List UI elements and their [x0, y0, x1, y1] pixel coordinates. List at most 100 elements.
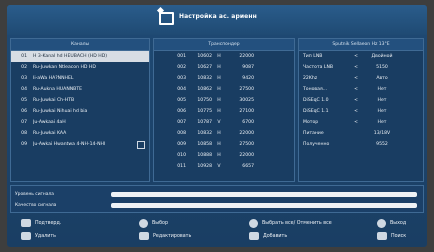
setting-row[interactable]: DiSEqC 1.1 < Нет — [299, 106, 423, 117]
transponder-row[interactable]: 006 10775 H 27100 — [154, 106, 294, 117]
hint-exit[interactable]: Выход — [377, 218, 406, 228]
hint-confirm-label: Подтверд. — [35, 220, 62, 226]
hint-confirm[interactable]: Подтверд. — [21, 218, 61, 228]
hint-add[interactable]: Добавить — [249, 231, 287, 241]
transponder-number: 005 — [177, 98, 186, 103]
channel-name: H 3-Kanal hd HEUBACH (HD HD) — [33, 54, 108, 59]
lnb-settings-panel: Sputnik Sellaeon Hz 13°E Тип LNB < Двойн… — [298, 38, 424, 182]
channel-number: 03 — [21, 76, 27, 81]
transponder-row[interactable]: 007 10787 V 6700 — [154, 117, 294, 128]
channel-row[interactable]: 05 Ru-Juwkai Ch-HTB — [11, 95, 149, 106]
transponder-frequency: 10928 — [197, 164, 212, 169]
setting-label: DiSEqC 1.0 — [303, 98, 329, 103]
channel-row[interactable]: 03 Ii-aWa HA?NNHEL — [11, 73, 149, 84]
setting-row[interactable]: DiSEqC 1.0 < Нет — [299, 95, 423, 106]
left-arrow-icon[interactable]: < — [347, 95, 365, 106]
transponder-row[interactable]: 004 10862 H 27500 — [154, 84, 294, 95]
transponder-row[interactable]: 010 10888 H 22000 — [154, 150, 294, 161]
page-title: Настройка ас. ариенн — [179, 13, 257, 20]
signal-quality-row: Качество сигнала — [15, 201, 421, 210]
setting-value: 5150 — [376, 65, 388, 70]
transponder-symbol-rate: 30025 — [239, 98, 254, 103]
transponder-row[interactable]: 009 10858 H 27500 — [154, 139, 294, 150]
transponder-number: 001 — [177, 54, 186, 59]
setting-value: Нет — [377, 109, 387, 114]
transponder-frequency: 10750 — [197, 98, 212, 103]
channel-name: Ju-Awkai Hwantwa 4-NH-14-NHI — [33, 142, 106, 147]
channel-number: 07 — [21, 120, 27, 125]
channel-row[interactable]: 06 Ru-Juwkai Nihuai hd bia — [11, 106, 149, 117]
setting-label: Частота LNB — [303, 65, 334, 70]
channel-row[interactable]: 01 H 3-Kanal hd HEUBACH (HD HD) — [11, 51, 149, 62]
signal-strength-bar — [111, 192, 417, 197]
transponder-row[interactable]: 002 10627 H 9087 — [154, 62, 294, 73]
setting-row[interactable]: Тоновая... < Нет — [299, 84, 423, 95]
hint-add-label: Добавить — [263, 233, 288, 239]
hint-find-label: Поиск — [391, 233, 407, 239]
hint-select-all[interactable]: Выбрать все/ Отменить все — [249, 218, 332, 228]
satellite-header: Sputnik Sellaeon Hz 13°E — [299, 39, 423, 51]
setting-value: Двойной — [371, 54, 393, 59]
channel-name: Ru-Juwkai Nihuai hd bia — [33, 109, 88, 114]
transponder-number: 009 — [177, 142, 186, 147]
hint-select[interactable]: Выбор — [139, 218, 168, 228]
setting-value: 9552 — [376, 142, 388, 147]
left-arrow-icon[interactable]: < — [347, 73, 365, 84]
transponder-row[interactable]: 003 10832 H 9420 — [154, 73, 294, 84]
signal-info-bar: Уровень сигнала Качество сигнала — [10, 185, 424, 213]
hint-edit[interactable]: Редактировать — [139, 231, 191, 241]
setting-row[interactable]: Частота LNB < 5150 — [299, 62, 423, 73]
setting-label: Мотор — [303, 120, 319, 125]
transponder-number: 002 — [177, 65, 186, 70]
setting-row[interactable]: 22Khz < Авто — [299, 73, 423, 84]
left-arrow-icon[interactable]: < — [347, 117, 365, 128]
channel-name: Ii-aWa HA?NNHEL — [33, 76, 74, 81]
left-arrow-icon[interactable]: < — [347, 84, 365, 95]
transponder-row[interactable]: 005 10750 H 30025 — [154, 95, 294, 106]
left-arrow-icon[interactable]: < — [347, 62, 365, 73]
channel-row[interactable]: 09 Ju-Awkai Hwantwa 4-NH-14-NHI — [11, 139, 149, 150]
setting-row[interactable]: Полученно 9552 — [299, 139, 423, 150]
setting-row[interactable]: Питание 13/18V — [299, 128, 423, 139]
transponder-symbol-rate: 6700 — [242, 120, 254, 125]
transponder-frequency: 10862 — [197, 87, 212, 92]
transponder-frequency: 10858 — [197, 142, 212, 147]
delete-key-icon — [21, 232, 31, 240]
setting-label: DiSEqC 1.1 — [303, 109, 329, 114]
transponder-polarization: H — [217, 76, 221, 81]
channel-row[interactable]: 07 Ju-Awkaai 4aH — [11, 117, 149, 128]
transponder-symbol-rate: 22000 — [239, 153, 254, 158]
setting-value: Нет — [377, 98, 387, 103]
setting-row[interactable]: Тип LNB < Двойной — [299, 51, 423, 62]
left-arrow-icon[interactable]: < — [347, 106, 365, 117]
transponder-symbol-rate: 9420 — [242, 76, 254, 81]
signal-quality-bar — [111, 203, 417, 208]
transponder-symbol-rate: 22000 — [239, 131, 254, 136]
transponder-polarization: H — [217, 131, 221, 136]
channel-row[interactable]: 04 Ru-Aukna HUANNBTE — [11, 84, 149, 95]
channel-name: Ru-Juwkan Ntleacon HD HD — [33, 65, 96, 70]
left-arrow-icon — [347, 139, 365, 150]
transponder-number: 006 — [177, 109, 186, 114]
transponder-row[interactable]: 011 10928 V 6657 — [154, 161, 294, 172]
left-arrow-icon[interactable]: < — [347, 51, 365, 62]
setting-value: Нет — [377, 120, 387, 125]
channel-row[interactable]: 02 Ru-Juwkan Ntleacon HD HD — [11, 62, 149, 73]
ok-key-icon — [21, 219, 31, 227]
transponder-row[interactable]: 008 10832 H 22000 — [154, 128, 294, 139]
channel-number: 06 — [21, 109, 27, 114]
channel-name: Ru-Aukna HUANNBTE — [33, 87, 83, 92]
transponder-polarization: V — [217, 164, 221, 169]
hint-select-all-label: Выбрать все/ Отменить все — [262, 220, 332, 226]
settings-list: Тип LNB < Двойной Частота LNB < 5150 22K… — [299, 51, 423, 150]
transponder-panel: Транспондер 001 10602 H 22000 002 10627 … — [153, 38, 295, 182]
channel-name: Ru-Juwkai Ch-HTB — [33, 98, 75, 103]
channel-number: 05 — [21, 98, 27, 103]
hint-delete[interactable]: Удалить — [21, 231, 56, 241]
transponder-row[interactable]: 001 10602 H 22000 — [154, 51, 294, 62]
hint-find[interactable]: Поиск — [377, 231, 406, 241]
setting-row[interactable]: Мотор < Нет — [299, 117, 423, 128]
left-arrow-icon — [347, 128, 365, 139]
channel-row[interactable]: 08 Ru-Juwkai KAA — [11, 128, 149, 139]
satellite-dish-icon — [159, 12, 174, 25]
